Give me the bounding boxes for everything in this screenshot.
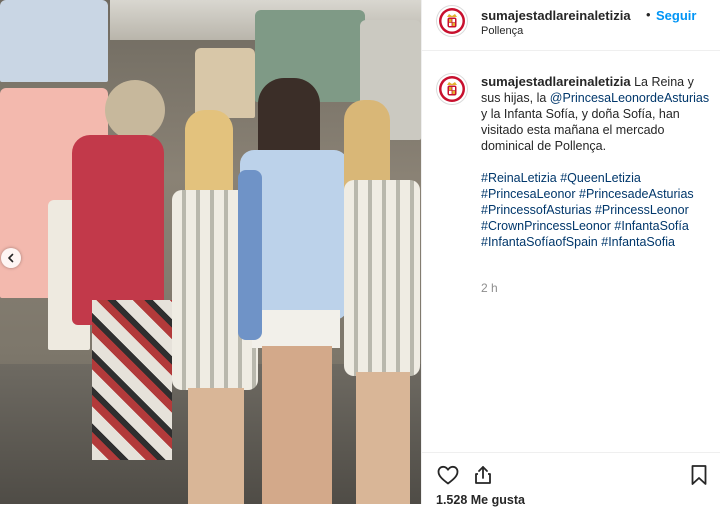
hashtag-link[interactable]: #CrownPrincessLeonor — [481, 219, 611, 233]
post-caption: sumajestadlareinaletizia La Reina y sus … — [481, 74, 711, 250]
hashtag-link[interactable]: #QueenLetizia — [560, 171, 641, 185]
person-legs-left — [188, 388, 244, 504]
person-legs-right — [356, 372, 410, 504]
like-button[interactable] — [436, 463, 460, 487]
heart-icon — [437, 465, 459, 485]
hashtag-link[interactable]: #ReinaLetizia — [481, 171, 557, 185]
person-head-elder — [105, 80, 165, 140]
author-avatar[interactable] — [436, 5, 468, 37]
person-striped-dress-right — [344, 180, 420, 376]
person-jacket-red — [72, 135, 164, 325]
separator-dot: • — [646, 7, 651, 22]
post-photo[interactable] — [0, 0, 421, 504]
post-location[interactable]: Pollença — [481, 25, 523, 37]
post-side-panel: sumajestadlareinaletizia • Seguir Pollen… — [421, 0, 720, 507]
save-button[interactable] — [687, 463, 711, 487]
hanging-bag — [195, 48, 255, 118]
caption-username[interactable]: sumajestadlareinaletizia — [481, 74, 631, 89]
person-skirt-floral — [92, 300, 172, 460]
hanging-shirt-blue — [0, 0, 108, 82]
share-button[interactable] — [471, 463, 495, 487]
person-shorts-white — [252, 310, 340, 348]
hashtag-link[interactable]: #PrincessLeonor — [595, 203, 689, 217]
post-header: sumajestadlareinaletizia • Seguir Pollen… — [422, 0, 720, 51]
chevron-left-icon — [8, 253, 14, 263]
person-legs-center — [262, 346, 332, 504]
hashtag-link[interactable]: #PrincessofAsturias — [481, 203, 591, 217]
post-timestamp[interactable]: 2 h — [481, 281, 498, 295]
royal-crest-icon — [439, 8, 465, 34]
hashtag-link[interactable]: #InfantaSofia — [601, 235, 675, 249]
royal-crest-icon — [439, 76, 465, 102]
author-username[interactable]: sumajestadlareinaletizia — [481, 8, 631, 23]
hashtag-link[interactable]: #InfantaSofía — [614, 219, 688, 233]
bookmark-icon — [691, 465, 707, 485]
hashtag-link[interactable]: #PrincesaLeonor — [481, 187, 576, 201]
person-tote-bag — [238, 170, 262, 340]
hashtag-link[interactable]: #InfantaSofíaofSpain — [481, 235, 598, 249]
caption-mention-link[interactable]: @PrincesaLeonordeAsturias — [550, 91, 709, 105]
caption-author-avatar[interactable] — [436, 73, 468, 105]
share-icon — [475, 466, 491, 484]
likes-count[interactable]: 1.528 Me gusta — [436, 493, 525, 507]
caption-text-rest: y la Infanta Sofía, y doña Sofía, han vi… — [481, 107, 680, 153]
hashtag-list: #ReinaLetizia #QueenLetizia #PrincesaLeo… — [481, 170, 711, 250]
carousel-prev-button[interactable] — [1, 248, 21, 268]
hashtag-link[interactable]: #PrincesadeAsturias — [579, 187, 694, 201]
follow-button[interactable]: Seguir — [656, 8, 696, 23]
post-actions-bar: 1.528 Me gusta — [422, 452, 720, 507]
instagram-post-view: sumajestadlareinaletizia • Seguir Pollen… — [0, 0, 720, 507]
